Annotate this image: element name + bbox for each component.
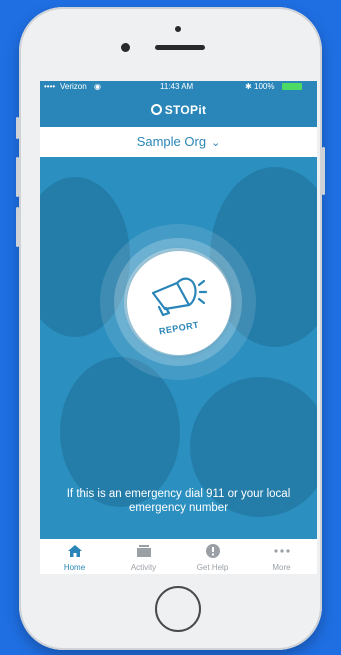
more-icon bbox=[247, 544, 316, 558]
clock: 11:43 AM bbox=[160, 82, 194, 91]
status-bar: •••• Verizon ◉ 11:43 AM ✱ 100% bbox=[40, 81, 317, 93]
hero-background: REPORT If this is an emergency dial 911 … bbox=[40, 157, 317, 539]
tab-home-label: Home bbox=[63, 563, 86, 572]
earpiece-speaker bbox=[155, 45, 205, 50]
front-camera bbox=[121, 43, 130, 52]
power-button bbox=[322, 147, 325, 195]
alert-icon bbox=[178, 544, 247, 558]
brand-name: STOPit bbox=[164, 103, 207, 117]
org-selector-label: Sample Org bbox=[136, 134, 207, 149]
tab-get-help-label: Get Help bbox=[196, 563, 229, 572]
camera-dot bbox=[175, 26, 181, 32]
megaphone-icon bbox=[151, 277, 208, 317]
tab-activity-label: Activity bbox=[130, 563, 157, 572]
tab-activity[interactable]: Activity bbox=[109, 539, 178, 574]
org-selector[interactable]: Sample Org ⌄ bbox=[40, 127, 317, 157]
home-hardware-button[interactable] bbox=[155, 586, 201, 632]
chevron-down-icon: ⌄ bbox=[211, 137, 221, 149]
app-header: STOPit bbox=[40, 93, 317, 127]
battery-icon bbox=[282, 83, 302, 90]
inbox-icon bbox=[109, 544, 178, 558]
tab-get-help[interactable]: Get Help bbox=[178, 539, 247, 574]
tab-bar: Home Activity Get Help More bbox=[40, 539, 317, 574]
report-label: REPORT bbox=[158, 319, 200, 337]
tab-more[interactable]: More bbox=[247, 539, 316, 574]
volume-down-button bbox=[16, 207, 19, 247]
emergency-notice: If this is an emergency dial 911 or your… bbox=[66, 488, 291, 514]
bluetooth-icon: ✱ bbox=[245, 82, 252, 91]
home-icon bbox=[40, 544, 109, 558]
wifi-icon: ◉ bbox=[94, 82, 101, 91]
ringer-switch bbox=[16, 117, 19, 139]
brand-logo: STOPit bbox=[40, 103, 317, 117]
app-screen: •••• Verizon ◉ 11:43 AM ✱ 100% STOPit Sa… bbox=[40, 81, 317, 574]
crowd-shape bbox=[60, 357, 180, 507]
tab-more-label: More bbox=[272, 563, 291, 572]
signal-icon: •••• bbox=[44, 82, 56, 91]
carrier-label: Verizon bbox=[60, 82, 87, 91]
stopit-logo-icon bbox=[150, 104, 162, 115]
report-button[interactable]: REPORT bbox=[127, 251, 231, 355]
volume-up-button bbox=[16, 157, 19, 197]
battery-percent: 100% bbox=[254, 82, 275, 91]
tab-home[interactable]: Home bbox=[40, 539, 109, 574]
